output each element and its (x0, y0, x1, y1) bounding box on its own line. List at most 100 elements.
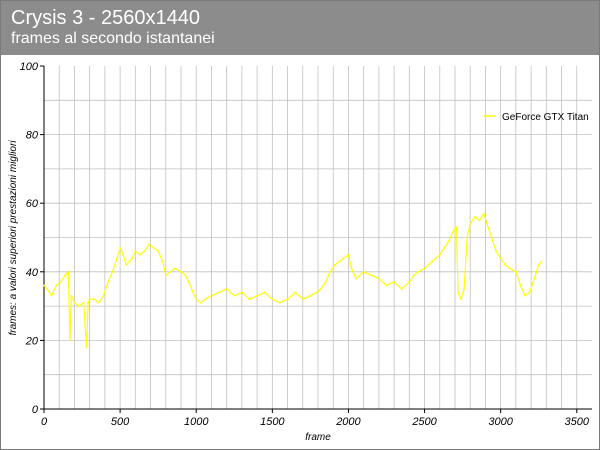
data-point (204, 298, 207, 301)
data-point (393, 281, 396, 283)
data-point (301, 298, 304, 301)
data-point (370, 274, 373, 277)
data-point (116, 257, 118, 259)
data-point (184, 274, 187, 277)
data-point (377, 277, 380, 280)
data-point (73, 301, 76, 304)
data-point (46, 288, 48, 290)
data-point (122, 253, 125, 256)
data-point (463, 288, 466, 290)
data-point (469, 222, 472, 225)
data-point (225, 288, 228, 290)
data-point (131, 257, 134, 259)
y-tick-label: 80 (26, 130, 39, 142)
data-point (97, 301, 100, 304)
data-point (483, 212, 485, 215)
data-point (329, 270, 332, 273)
data-point (161, 260, 164, 263)
x-tick-label: 2500 (411, 416, 437, 428)
data-point (286, 298, 289, 301)
x-tick-label: 3500 (565, 416, 590, 428)
data-point (180, 270, 182, 273)
data-point (431, 260, 434, 263)
x-tick-label: 1500 (260, 416, 285, 428)
data-point (43, 284, 45, 287)
data-point (139, 253, 141, 256)
data-point (164, 274, 167, 277)
data-point (540, 260, 543, 263)
data-point (333, 264, 336, 266)
x-tick-label: 1000 (184, 416, 209, 428)
data-point (50, 294, 53, 297)
data-point (148, 243, 150, 246)
data-point (362, 270, 365, 273)
data-point (88, 298, 91, 301)
data-point (423, 267, 426, 270)
data-point (169, 270, 172, 273)
data-point (408, 281, 411, 283)
data-point (443, 246, 446, 249)
data-point (519, 284, 522, 287)
data-point (324, 281, 327, 283)
data-point (248, 298, 251, 301)
data-point (64, 274, 67, 277)
data-point (309, 294, 312, 297)
data-point (413, 274, 415, 277)
data-point (128, 260, 131, 263)
data-point (452, 229, 455, 232)
data-point (478, 219, 481, 222)
data-point (495, 250, 497, 253)
data-point (195, 298, 198, 301)
data-point (457, 291, 459, 294)
data-point (279, 301, 281, 304)
x-axis-label: frame (305, 432, 331, 443)
data-point (504, 264, 507, 266)
data-point (125, 264, 128, 266)
data-point (119, 246, 122, 249)
data-point (294, 291, 297, 294)
y-tick-label: 100 (20, 61, 39, 73)
data-point (107, 281, 109, 283)
data-point (460, 298, 462, 301)
data-point (486, 222, 488, 225)
data-point (263, 291, 266, 294)
y-tick-label: 20 (25, 335, 39, 347)
data-point (199, 301, 202, 304)
data-point (87, 301, 90, 304)
data-point (417, 270, 420, 273)
line-chart: 0204060801000 500 1000 1500 2000 2500 3000 3500… (8, 61, 592, 443)
data-point (355, 277, 357, 280)
data-point (143, 250, 146, 253)
data-point (473, 216, 476, 218)
y-tick-label: 60 (26, 198, 39, 210)
data-point (455, 226, 458, 229)
data-point (338, 260, 341, 263)
data-point (466, 236, 469, 239)
data-point (78, 305, 80, 307)
data-point (385, 284, 388, 287)
data-point (152, 246, 155, 249)
data-point (400, 288, 403, 290)
data-point (240, 291, 243, 294)
data-point (85, 346, 88, 349)
data-point (499, 257, 502, 259)
data-point (320, 288, 322, 290)
data-point (533, 277, 536, 280)
data-point (111, 270, 114, 273)
data-point (347, 253, 350, 256)
data-point (218, 291, 220, 294)
data-point (524, 294, 526, 297)
data-point (55, 284, 58, 287)
y-tick-label: 0 (32, 404, 39, 416)
data-point (70, 294, 73, 297)
data-point (233, 294, 236, 297)
x-tick-label: 0 (41, 416, 48, 428)
data-point (438, 253, 441, 256)
data-point (537, 264, 540, 266)
legend-label: GeForce GTX Titan (502, 112, 589, 123)
data-point (448, 240, 450, 242)
data-point (82, 301, 85, 304)
data-point (187, 281, 190, 283)
x-tick-label: 2000 (335, 416, 361, 428)
data-point (210, 294, 213, 297)
